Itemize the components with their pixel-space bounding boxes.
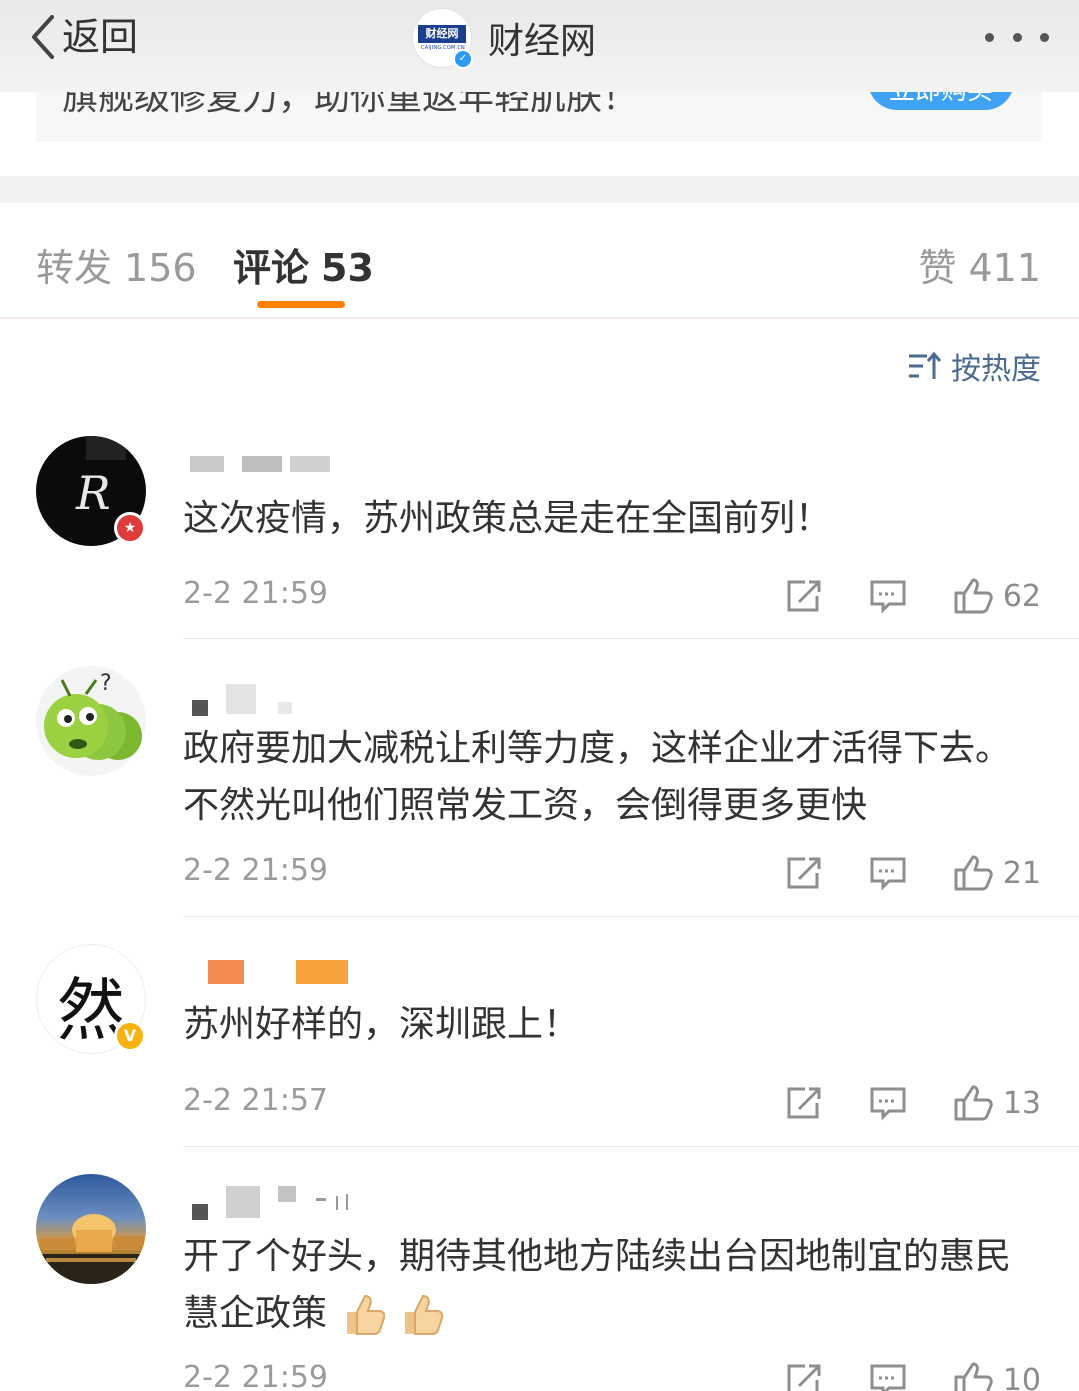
comment-time: 2-2 21:59 <box>183 1360 328 1391</box>
comment-actions: 13 <box>785 1081 1041 1125</box>
repost-icon <box>787 1364 821 1391</box>
tab-bar: 转发 156 评论 53 赞 411 <box>0 203 1079 319</box>
promo-text: 旗舰级修复力，助你重返年轻肌肤！ <box>62 92 639 118</box>
thumbs-up-emoji-icon <box>405 1294 444 1335</box>
verified-badge-icon: ✓ <box>453 49 473 69</box>
chevron-left-icon <box>32 15 54 59</box>
commenter-name[interactable] <box>186 684 356 716</box>
tab-likes[interactable]: 赞 411 <box>918 237 1041 292</box>
comment-text: 政府要加大减税让利等力度，这样企业才活得下去。不然光叫他们照常发工资，会倒得更多… <box>183 728 1012 826</box>
thumbs-up-icon <box>954 578 993 614</box>
like-button[interactable]: 21 <box>953 854 1041 892</box>
avatar-logo-r: R <box>76 466 111 520</box>
tab-comments-label: 评论 <box>233 246 310 290</box>
more-dot-icon <box>985 32 994 42</box>
tab-repost-count: 156 <box>124 246 197 290</box>
like-button[interactable]: 10 <box>953 1361 1041 1391</box>
reply-button[interactable] <box>869 1085 907 1121</box>
account-header[interactable]: 财经网 CAIJING.COM.CN ✓ 财经网 <box>412 8 597 69</box>
sort-label: 按热度 <box>951 352 1041 387</box>
comment-actions: 62 <box>785 574 1041 618</box>
like-button[interactable]: 62 <box>953 577 1041 615</box>
like-count: 21 <box>1002 855 1041 891</box>
like-button[interactable]: 13 <box>953 1084 1041 1122</box>
sort-by-hot-button[interactable]: 按热度 <box>907 344 1041 388</box>
like-count: 62 <box>1002 578 1041 614</box>
back-button[interactable]: 返回 <box>30 12 138 62</box>
comment-text-content: 开了个好头，期待其他地方陆续出台因地制宜的惠民慧企政策 <box>183 1236 1012 1334</box>
more-options-button[interactable] <box>985 24 1049 50</box>
repost-icon <box>787 1087 821 1119</box>
like-count: 13 <box>1002 1085 1041 1121</box>
thumbs-up-icon <box>954 1362 993 1391</box>
tab-likes-count: 411 <box>968 246 1041 290</box>
palace-avatar-icon <box>36 1214 146 1284</box>
reply-button[interactable] <box>869 1362 907 1391</box>
navigation-bar: 返回 财经网 CAIJING.COM.CN ✓ 财经网 <box>0 0 1079 92</box>
member-badge-icon: ★ <box>114 512 146 544</box>
repost-button[interactable] <box>785 578 823 614</box>
commenter-name[interactable] <box>186 1186 356 1220</box>
comment-actions: 21 <box>785 851 1041 895</box>
avatar-image: ? <box>36 666 146 776</box>
active-tab-indicator <box>257 301 345 308</box>
comment-actions: 10 <box>785 1358 1041 1391</box>
repost-button[interactable] <box>785 855 823 891</box>
comment-icon <box>870 1087 906 1121</box>
repost-icon <box>787 857 821 889</box>
sort-icon <box>909 351 941 379</box>
comment-divider <box>183 1146 1079 1147</box>
comment-text: 开了个好头，期待其他地方陆续出台因地制宜的惠民慧企政策 <box>183 1228 1043 1342</box>
commenter-avatar[interactable] <box>36 1174 146 1284</box>
commenter-name[interactable] <box>186 958 356 984</box>
comment-time: 2-2 21:59 <box>183 576 328 611</box>
caterpillar-avatar-icon: ? <box>44 671 142 760</box>
account-avatar[interactable]: 财经网 CAIJING.COM.CN ✓ <box>412 8 473 69</box>
comment-icon <box>870 857 906 891</box>
tab-likes-label: 赞 <box>918 246 957 290</box>
tab-comments-count: 53 <box>321 246 374 290</box>
commenter-avatar[interactable]: R ★ <box>36 436 146 546</box>
caijing-logo: 财经网 <box>418 25 466 43</box>
comment-text: 苏州好样的，深圳跟上！ <box>183 1004 580 1045</box>
like-count: 10 <box>1002 1362 1041 1391</box>
svg-text:?: ? <box>100 671 112 696</box>
commenter-avatar[interactable]: 然 V <box>36 944 146 1054</box>
commenter-name[interactable] <box>186 452 356 478</box>
tab-repost-label: 转发 <box>36 246 113 290</box>
comment-time: 2-2 21:59 <box>183 853 328 888</box>
thumbs-up-icon <box>954 855 993 891</box>
reply-button[interactable] <box>869 578 907 614</box>
repost-button[interactable] <box>785 1085 823 1121</box>
thumbs-up-emoji-icon <box>347 1294 386 1335</box>
tab-repost[interactable]: 转发 156 <box>36 237 197 292</box>
tab-comments[interactable]: 评论 53 <box>233 237 374 292</box>
comment-divider <box>183 638 1079 639</box>
comment-icon <box>870 580 906 614</box>
comment-time: 2-2 21:57 <box>183 1083 328 1118</box>
back-label: 返回 <box>62 15 139 59</box>
promo-card[interactable]: 旗舰级修复力，助你重返年轻肌肤！ 立即购买 <box>36 92 1042 142</box>
comment-icon <box>870 1364 906 1391</box>
commenter-avatar[interactable]: ? <box>36 666 146 776</box>
repost-button[interactable] <box>785 1362 823 1391</box>
repost-icon <box>787 580 821 612</box>
section-separator <box>0 176 1079 203</box>
thumbs-up-icon <box>954 1085 993 1121</box>
buy-now-button[interactable]: 立即购买 <box>868 92 1014 110</box>
comment-divider <box>183 916 1079 917</box>
avatar-image <box>36 1174 146 1284</box>
comment-text: 这次疫情，苏州政策总是走在全国前列！ <box>183 498 832 539</box>
reply-button[interactable] <box>869 855 907 891</box>
more-dot-icon <box>1040 32 1049 42</box>
verified-badge-icon: V <box>114 1020 146 1052</box>
more-dot-icon <box>1012 32 1022 42</box>
account-name: 财经网 <box>488 21 597 62</box>
